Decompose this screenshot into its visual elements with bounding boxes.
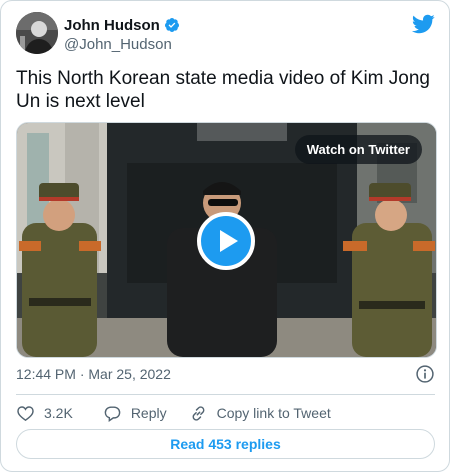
read-replies-button[interactable]: Read 453 replies — [16, 429, 435, 459]
heart-icon — [17, 405, 34, 421]
copy-link-button[interactable]: Copy link to Tweet — [189, 404, 331, 423]
info-icon[interactable] — [415, 364, 435, 384]
play-button[interactable] — [197, 212, 255, 270]
tweet-timestamp[interactable]: 12:44 PM · Mar 25, 2022 — [16, 366, 171, 382]
copy-link-label: Copy link to Tweet — [216, 405, 331, 421]
link-icon — [192, 405, 205, 421]
reply-button[interactable]: Reply — [103, 404, 167, 423]
verified-badge-icon — [164, 18, 179, 32]
speech-bubble-icon — [104, 405, 121, 422]
tweet-header: John Hudson @John_Hudson — [16, 12, 435, 58]
reply-label: Reply — [130, 405, 167, 421]
tweet-text: This North Korean state media video of K… — [16, 68, 430, 112]
divider — [16, 394, 435, 395]
twitter-bird-icon[interactable] — [411, 12, 435, 36]
like-count: 3.2K — [44, 405, 73, 421]
like-button[interactable]: 3.2K — [16, 404, 73, 423]
author-names: John Hudson @John_Hudson — [64, 15, 180, 53]
play-icon — [220, 230, 238, 252]
tweet-actions: 3.2K Reply Copy link to Tweet — [16, 403, 331, 423]
watch-on-twitter-button[interactable]: Watch on Twitter — [294, 135, 422, 164]
tweet-card[interactable]: John Hudson @John_Hudson This North Kore… — [0, 0, 450, 472]
video-thumbnail[interactable]: Watch on Twitter — [16, 122, 437, 358]
avatar[interactable] — [16, 12, 58, 54]
author-handle[interactable]: @John_Hudson — [64, 36, 180, 53]
author-display-name[interactable]: John Hudson — [64, 17, 160, 34]
